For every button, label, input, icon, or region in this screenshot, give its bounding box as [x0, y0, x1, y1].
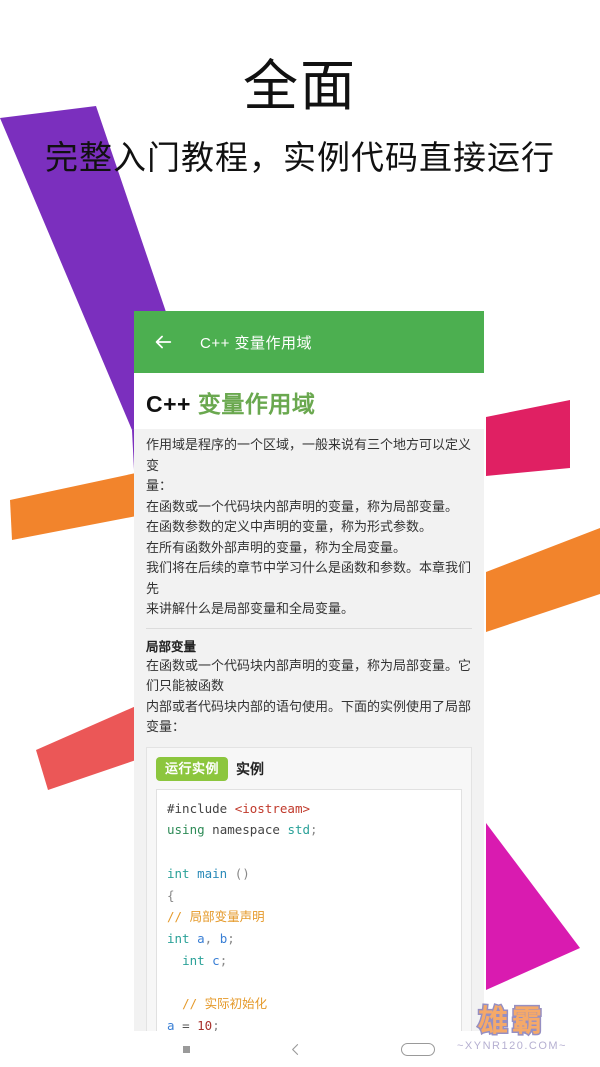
chevron-left-icon[interactable] — [289, 1043, 302, 1056]
run-example-button[interactable]: 运行实例 — [156, 756, 229, 781]
intro-line: 在所有函数外部声明的变量，称为全局变量。 — [146, 539, 407, 555]
decor-shape-magenta-right — [486, 823, 580, 990]
watermark: 雄霸 ~XYNR120.COM~ — [428, 1005, 596, 1052]
intro-line: 我们将在后续的章节中学习什么是函数和参数。本章我们先 — [146, 560, 472, 596]
app-bar: C++ 变量作用域 — [134, 311, 484, 373]
local-variable-line: 内部或者代码块内部的语句使用。下面的实例使用了局部变量： — [146, 698, 472, 735]
example-label: 实例 — [236, 760, 265, 777]
intro-line: 在函数参数的定义中声明的变量，称为形式参数。 — [146, 519, 433, 535]
promo-block: 全面 完整入门教程，实例代码直接运行 — [0, 0, 600, 177]
local-variable-heading: 局部变量 — [146, 639, 197, 654]
decor-shape-red-left — [36, 706, 136, 790]
watermark-url: ~XYNR120.COM~ — [457, 1039, 567, 1052]
section-divider — [146, 627, 472, 629]
example-header: 运行实例 实例 — [156, 756, 462, 781]
square-icon[interactable] — [183, 1045, 191, 1053]
intro-line: 来讲解什么是局部变量和全局变量。 — [146, 601, 355, 617]
arrow-left-icon[interactable] — [152, 331, 174, 353]
page-title: C++ 变量作用域 — [134, 373, 484, 429]
example-box: 运行实例 实例 #include <iostream> using namesp… — [146, 746, 472, 1031]
decor-shape-orange-right — [486, 528, 600, 632]
intro-line: 作用域是程序的一个区域，一般来说有三个地方可以定义变 — [146, 437, 472, 473]
page-title-prefix: C++ — [146, 391, 191, 417]
local-variable-line: 在函数或一个代码块内部声明的变量，称为局部变量。它们只能被函数 — [146, 657, 472, 694]
intro-line: 量： — [146, 478, 173, 494]
page-title-accent: 变量作用域 — [197, 391, 316, 417]
phone-screenshot: C++ 变量作用域 C++ 变量作用域 作用域是程序的一个区域，一般来说有三个地… — [134, 311, 484, 1031]
promo-title: 全面 — [242, 55, 357, 117]
code-block[interactable]: #include <iostream> using namespace std;… — [156, 788, 462, 1031]
decor-shape-pink-right — [486, 400, 570, 476]
decor-shape-orange-left — [10, 470, 152, 540]
promo-subtitle: 完整入门教程，实例代码直接运行 — [45, 138, 555, 176]
watermark-text: 雄霸 — [477, 1005, 546, 1039]
article-page: C++ 变量作用域 作用域是程序的一个区域，一般来说有三个地方可以定义变 量： … — [134, 373, 484, 1031]
article-body: 作用域是程序的一个区域，一般来说有三个地方可以定义变 量： 在函数或一个代码块内… — [134, 429, 484, 1031]
intro-line: 在函数或一个代码块内部声明的变量，称为局部变量。 — [146, 498, 459, 514]
app-bar-title: C++ 变量作用域 — [200, 334, 313, 352]
